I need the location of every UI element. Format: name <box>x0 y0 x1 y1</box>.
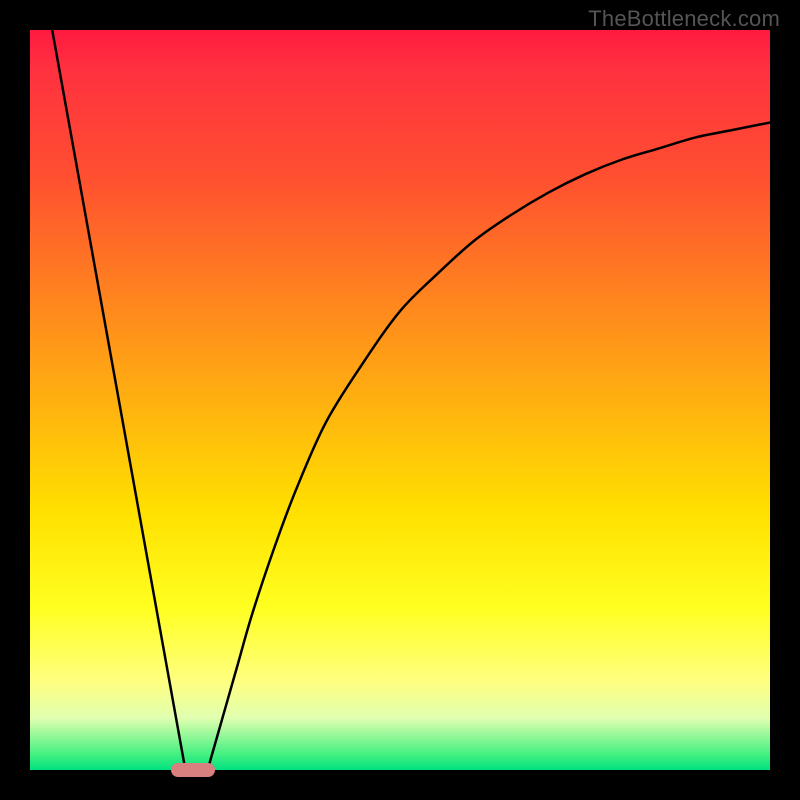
chart-frame: TheBottleneck.com <box>0 0 800 800</box>
curve-left <box>52 30 185 770</box>
curve-right <box>208 123 770 771</box>
bottleneck-marker <box>171 763 215 778</box>
chart-curves <box>30 30 770 770</box>
watermark-text: TheBottleneck.com <box>588 6 780 32</box>
